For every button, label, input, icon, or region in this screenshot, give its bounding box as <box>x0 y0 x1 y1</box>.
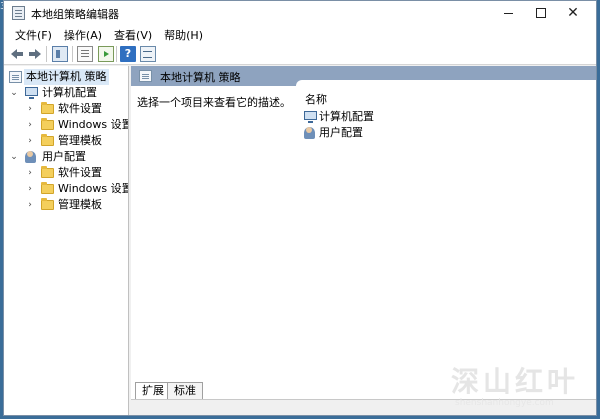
policy-icon <box>139 70 152 82</box>
gpedit-window: 本地组策略编辑器 ✕ 文件(F) 操作(A) 查看(V) 帮助(H) ? 本地计… <box>3 0 597 416</box>
toolbar-separator <box>46 46 47 62</box>
tree-item-user-config[interactable]: ⌄ 用户配置 <box>4 149 128 165</box>
tree-item-label: 用户配置 <box>42 150 86 163</box>
collapsed-chevron-icon[interactable]: › <box>25 181 35 197</box>
menu-bar: 文件(F) 操作(A) 查看(V) 帮助(H) <box>4 25 596 43</box>
tree-item-user-templates[interactable]: › 管理模板 <box>4 197 128 213</box>
details-header-title: 本地计算机 策略 <box>160 71 241 84</box>
tree-item-computer-config[interactable]: ⌄ 计算机配置 <box>4 85 128 101</box>
close-button[interactable]: ✕ <box>557 1 589 25</box>
description-panel: 选择一个项目来查看它的描述。 <box>131 86 296 386</box>
filter-options-icon[interactable] <box>140 46 156 62</box>
computer-icon <box>25 87 38 99</box>
name-column-header[interactable]: 名称 <box>305 91 327 107</box>
help-icon[interactable]: ? <box>120 46 136 62</box>
menu-file[interactable]: 文件(F) <box>10 25 57 43</box>
user-icon <box>25 151 36 163</box>
expanded-chevron-icon[interactable]: ⌄ <box>9 85 19 101</box>
tree-item-computer-software[interactable]: › 软件设置 <box>4 101 128 117</box>
back-arrow-icon[interactable] <box>9 46 25 62</box>
forward-arrow-icon[interactable] <box>27 46 43 62</box>
folder-icon <box>41 198 54 210</box>
collapsed-chevron-icon[interactable]: › <box>25 133 35 149</box>
folder-icon <box>41 134 54 146</box>
list-item-label: 用户配置 <box>319 126 363 139</box>
tree-item-label: Windows 设置 <box>58 118 129 131</box>
menu-view[interactable]: 查看(V) <box>109 25 157 43</box>
tab-standard[interactable]: 标准 <box>167 382 203 399</box>
export-list-icon[interactable] <box>98 46 114 62</box>
policy-icon <box>9 71 22 83</box>
tree-item-label: 计算机配置 <box>42 86 97 99</box>
tree-item-computer-templates[interactable]: › 管理模板 <box>4 133 128 149</box>
tab-extended[interactable]: 扩展 <box>135 382 171 399</box>
watermark-url: shenshanhongye.com <box>455 398 554 408</box>
computer-icon <box>304 111 317 123</box>
gpedit-app-icon <box>12 6 25 20</box>
collapsed-chevron-icon[interactable]: › <box>25 197 35 213</box>
tree-item-label: Windows 设置 <box>58 182 129 195</box>
collapsed-chevron-icon[interactable]: › <box>25 165 35 181</box>
folder-icon <box>41 166 54 178</box>
menu-action[interactable]: 操作(A) <box>59 25 107 43</box>
tree-item-label: 软件设置 <box>58 102 102 115</box>
folder-icon <box>41 118 54 130</box>
collapsed-chevron-icon[interactable]: › <box>25 117 35 133</box>
console-tree: 本地计算机 策略 ⌄ 计算机配置 › 软件设置 › Windows 设置 › 管… <box>4 66 129 415</box>
window-title: 本地组策略编辑器 <box>31 8 119 21</box>
title-bar[interactable]: 本地组策略编辑器 ✕ <box>4 1 596 25</box>
toolbar-separator <box>116 46 117 62</box>
tree-item-user-windows[interactable]: › Windows 设置 <box>4 181 129 197</box>
tree-item-label: 管理模板 <box>58 134 102 147</box>
tree-item-label: 管理模板 <box>58 198 102 211</box>
expanded-chevron-icon[interactable]: ⌄ <box>9 149 19 165</box>
toolbar-separator <box>72 46 73 62</box>
folder-icon <box>41 102 54 114</box>
item-list: 名称 计算机配置 用户配置 <box>296 80 596 386</box>
list-item-label: 计算机配置 <box>319 110 374 123</box>
tree-item-label: 本地计算机 策略 <box>24 69 109 85</box>
maximize-button[interactable] <box>525 1 557 25</box>
description-text: 选择一个项目来查看它的描述。 <box>137 96 291 109</box>
toolbar: ? <box>4 43 596 65</box>
user-icon <box>304 127 315 139</box>
tree-item-local-policy[interactable]: 本地计算机 策略 <box>4 69 128 85</box>
show-hide-tree-icon[interactable] <box>52 46 68 62</box>
folder-icon <box>41 182 54 194</box>
menu-help[interactable]: 帮助(H) <box>159 25 208 43</box>
properties-icon[interactable] <box>77 46 93 62</box>
collapsed-chevron-icon[interactable]: › <box>25 101 35 117</box>
tree-item-user-software[interactable]: › 软件设置 <box>4 165 128 181</box>
tree-item-computer-windows[interactable]: › Windows 设置 <box>4 117 129 133</box>
watermark-logo: 深山红叶 <box>451 365 580 398</box>
minimize-button[interactable] <box>492 1 524 25</box>
tree-item-label: 软件设置 <box>58 166 102 179</box>
